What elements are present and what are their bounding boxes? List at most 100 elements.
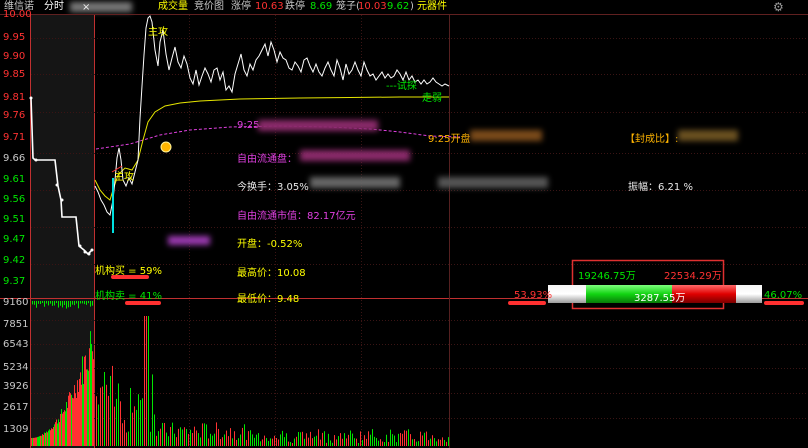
- volume-tick: 7851: [3, 319, 29, 330]
- volume-bar: [324, 431, 325, 446]
- volume-bar: [258, 433, 259, 446]
- volume-bar: [74, 385, 75, 446]
- volume-bar: [52, 428, 53, 446]
- volume-bar: [31, 438, 32, 446]
- volume-bar: [154, 414, 155, 446]
- volume-bar: [91, 343, 92, 446]
- volume-bar: [158, 431, 159, 446]
- free-float-mv-label: 自由流通市值：82.17亿元: [237, 211, 356, 222]
- volume-bar: [160, 428, 161, 446]
- volume-bar: [402, 433, 403, 446]
- volume-bar: [174, 433, 175, 446]
- volume-bar: [342, 438, 343, 446]
- volume-bar: [314, 436, 315, 446]
- volume-bar: [238, 438, 239, 446]
- volume-bar: [330, 440, 331, 446]
- high-label: 最高价：10.08: [237, 268, 306, 279]
- volume-bar: [69, 392, 70, 446]
- volume-bar: [420, 431, 421, 446]
- volume-bar: [328, 433, 329, 446]
- left-pct: 53.93%: [514, 290, 553, 301]
- volume-bar: [53, 426, 54, 446]
- volume-bar: [92, 351, 93, 446]
- volume-bar: [194, 426, 195, 446]
- redacted-block: [168, 236, 210, 245]
- volume-bar: [150, 431, 151, 446]
- volume-bar: [32, 437, 33, 446]
- volume-bar: [310, 431, 311, 446]
- volume-bar: [302, 431, 303, 446]
- open-label: 开盘：-0.52%: [237, 239, 303, 250]
- volume-bar: [72, 397, 73, 446]
- volume-bar: [40, 435, 41, 446]
- redacted-block: [310, 177, 400, 188]
- volume-tick: 9160: [3, 297, 29, 308]
- volume-bar: [250, 430, 251, 446]
- volume-bar: [66, 402, 67, 446]
- volume-bar: [70, 393, 71, 446]
- volume-bar: [348, 434, 349, 446]
- volume-bar: [422, 435, 423, 446]
- volume-tick: 2617: [3, 402, 29, 413]
- volume-bar: [396, 442, 397, 446]
- volume-bar: [436, 441, 437, 446]
- volume-bar: [37, 436, 38, 446]
- volume-bar: [262, 439, 263, 446]
- volume-bar: [48, 430, 49, 446]
- price-tick: 9.66: [3, 153, 26, 164]
- volume-bar: [41, 435, 42, 446]
- price-tick: 9.42: [3, 255, 26, 266]
- volume-bar: [344, 433, 345, 446]
- flow-left-cap: [548, 285, 586, 303]
- volume-bar: [56, 419, 57, 446]
- volume-bar: [244, 424, 245, 446]
- volume-bar: [49, 429, 50, 446]
- volume-bar: [188, 433, 189, 446]
- volume-bar: [112, 365, 113, 446]
- volume-bar: [384, 442, 385, 446]
- volume-bar: [296, 436, 297, 446]
- volume-bar: [33, 437, 34, 446]
- volume-bar: [432, 435, 433, 446]
- volume-bar: [418, 441, 419, 446]
- volume-bar: [104, 371, 105, 446]
- volume-bar: [356, 438, 357, 446]
- volume-bar: [228, 436, 229, 446]
- volume-bar: [286, 433, 287, 446]
- price-tick: 9.85: [3, 69, 26, 80]
- volume-bar: [51, 428, 52, 446]
- volume-bar: [73, 398, 74, 446]
- volume-bar: [260, 441, 261, 446]
- volume-bar: [81, 384, 82, 446]
- volume-bar: [376, 437, 377, 446]
- volume-bar: [232, 438, 233, 446]
- volume-bar: [78, 391, 79, 446]
- volume-bar: [374, 436, 375, 446]
- volume-bar: [372, 429, 373, 446]
- volume-bar: [170, 426, 171, 446]
- inst-sell-label: 机构卖 = 41%: [95, 291, 162, 302]
- volume-bar: [386, 434, 387, 446]
- volume-bar: [248, 431, 249, 446]
- volume-bar: [438, 439, 439, 446]
- flow-right-cap: [736, 285, 762, 303]
- volume-bar: [218, 428, 219, 446]
- volume-bar: [366, 438, 367, 446]
- volume-bar: [292, 442, 293, 446]
- volume-bar: [446, 441, 447, 446]
- volume-tick: 6543: [3, 339, 29, 350]
- volume-bar: [270, 438, 271, 446]
- price-tick: 9.95: [3, 32, 26, 43]
- volume-bar: [162, 422, 163, 446]
- volume-bar: [304, 438, 305, 446]
- turnover-label: 今换手：3.05%: [237, 182, 309, 193]
- volume-bar: [212, 435, 213, 446]
- volume-bar: [142, 398, 143, 446]
- volume-bar: [80, 372, 81, 446]
- volume-bar: [276, 437, 277, 446]
- volume-bar: [408, 429, 409, 446]
- volume-bar: [354, 438, 355, 446]
- buy-amount: 19246.75万: [578, 271, 636, 282]
- volume-bar: [192, 432, 193, 446]
- volume-bar: [65, 411, 66, 446]
